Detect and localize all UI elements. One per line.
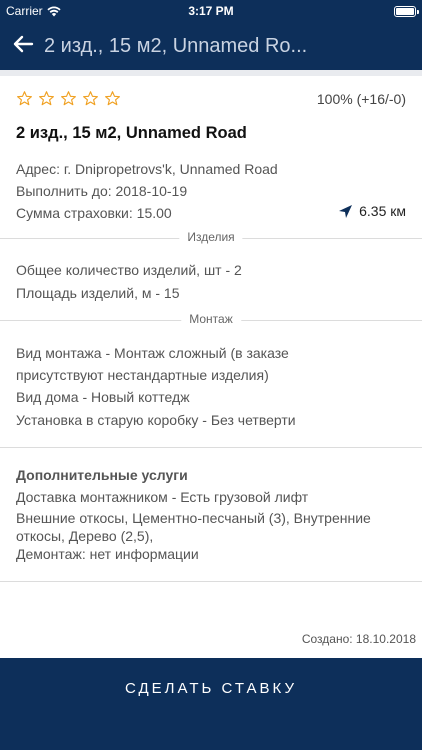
mounting-label: Монтаж — [181, 312, 241, 326]
star-icon — [39, 91, 54, 106]
mounting-line: Установка в старую коробку - Без четверт… — [16, 412, 296, 428]
extra-services-title: Дополнительные услуги — [16, 467, 188, 483]
extra-line: Внешние откосы, Цементно-песчаный (3), В… — [16, 510, 371, 526]
page-title: 2 изд., 15 м2, Unnamed Ro... — [44, 34, 308, 57]
back-arrow-icon — [13, 35, 34, 53]
status-bar: Carrier — [0, 0, 422, 22]
top-bar: Carrier 3:17 PM 2 изд., 15 м2, Unnamed R… — [0, 0, 422, 70]
bottom-bar — [0, 718, 422, 750]
mounting-line: Вид монтажа - Монтаж сложный (в заказе — [16, 345, 289, 361]
rating-row: 100% (+16/-0) — [16, 90, 406, 107]
order-deadline: Выполнить до: 2018-10-19 — [16, 183, 188, 199]
order-details[interactable]: 100% (+16/-0) 2 изд., 15 м2, Unnamed Roa… — [0, 76, 422, 658]
divider — [0, 581, 422, 582]
extra-line: Демонтаж: нет информации — [16, 546, 199, 562]
star-icon — [105, 91, 120, 106]
distance: 6.35 км — [338, 203, 406, 219]
rating-text: 100% (+16/-0) — [316, 90, 406, 107]
star-icon — [61, 91, 76, 106]
created-date: Создано: 18.10.2018 — [301, 632, 416, 646]
back-button[interactable] — [0, 22, 46, 66]
products-label: Изделия — [179, 230, 243, 244]
order-address: Адрес: г. Dnipropetrovs'k, Unnamed Road — [16, 161, 278, 177]
order-title: 2 изд., 15 м2, Unnamed Road — [16, 124, 247, 142]
divider — [0, 447, 422, 448]
products-line: Общее количество изделий, шт - 2 — [16, 262, 242, 278]
rating-stars — [16, 90, 121, 107]
mounting-line: присутствуют нестандартные изделия) — [16, 367, 269, 383]
order-insurance: Сумма страховки: 15.00 — [16, 205, 172, 221]
nav-bar: 2 изд., 15 м2, Unnamed Ro... — [0, 22, 422, 70]
wifi-icon — [47, 5, 61, 16]
mounting-line: Вид дома - Новый коттедж — [16, 389, 190, 405]
navigation-arrow-icon — [339, 204, 353, 218]
star-icon — [17, 91, 32, 106]
products-divider: Изделия — [0, 230, 422, 246]
distance-value: 6.35 км — [359, 203, 406, 219]
battery-icon — [394, 5, 419, 17]
star-icon — [83, 91, 98, 106]
extra-line: Доставка монтажником - Есть грузовой лиф… — [16, 489, 309, 505]
products-line: Площадь изделий, м - 15 — [16, 285, 180, 301]
status-left: Carrier — [6, 4, 61, 18]
extra-line: откосы, Дерево (2,5), — [16, 528, 154, 544]
make-bid-button[interactable]: СДЕЛАТЬ СТАВКУ — [0, 658, 422, 718]
mounting-divider: Монтаж — [0, 312, 422, 328]
carrier-label: Carrier — [6, 4, 43, 18]
